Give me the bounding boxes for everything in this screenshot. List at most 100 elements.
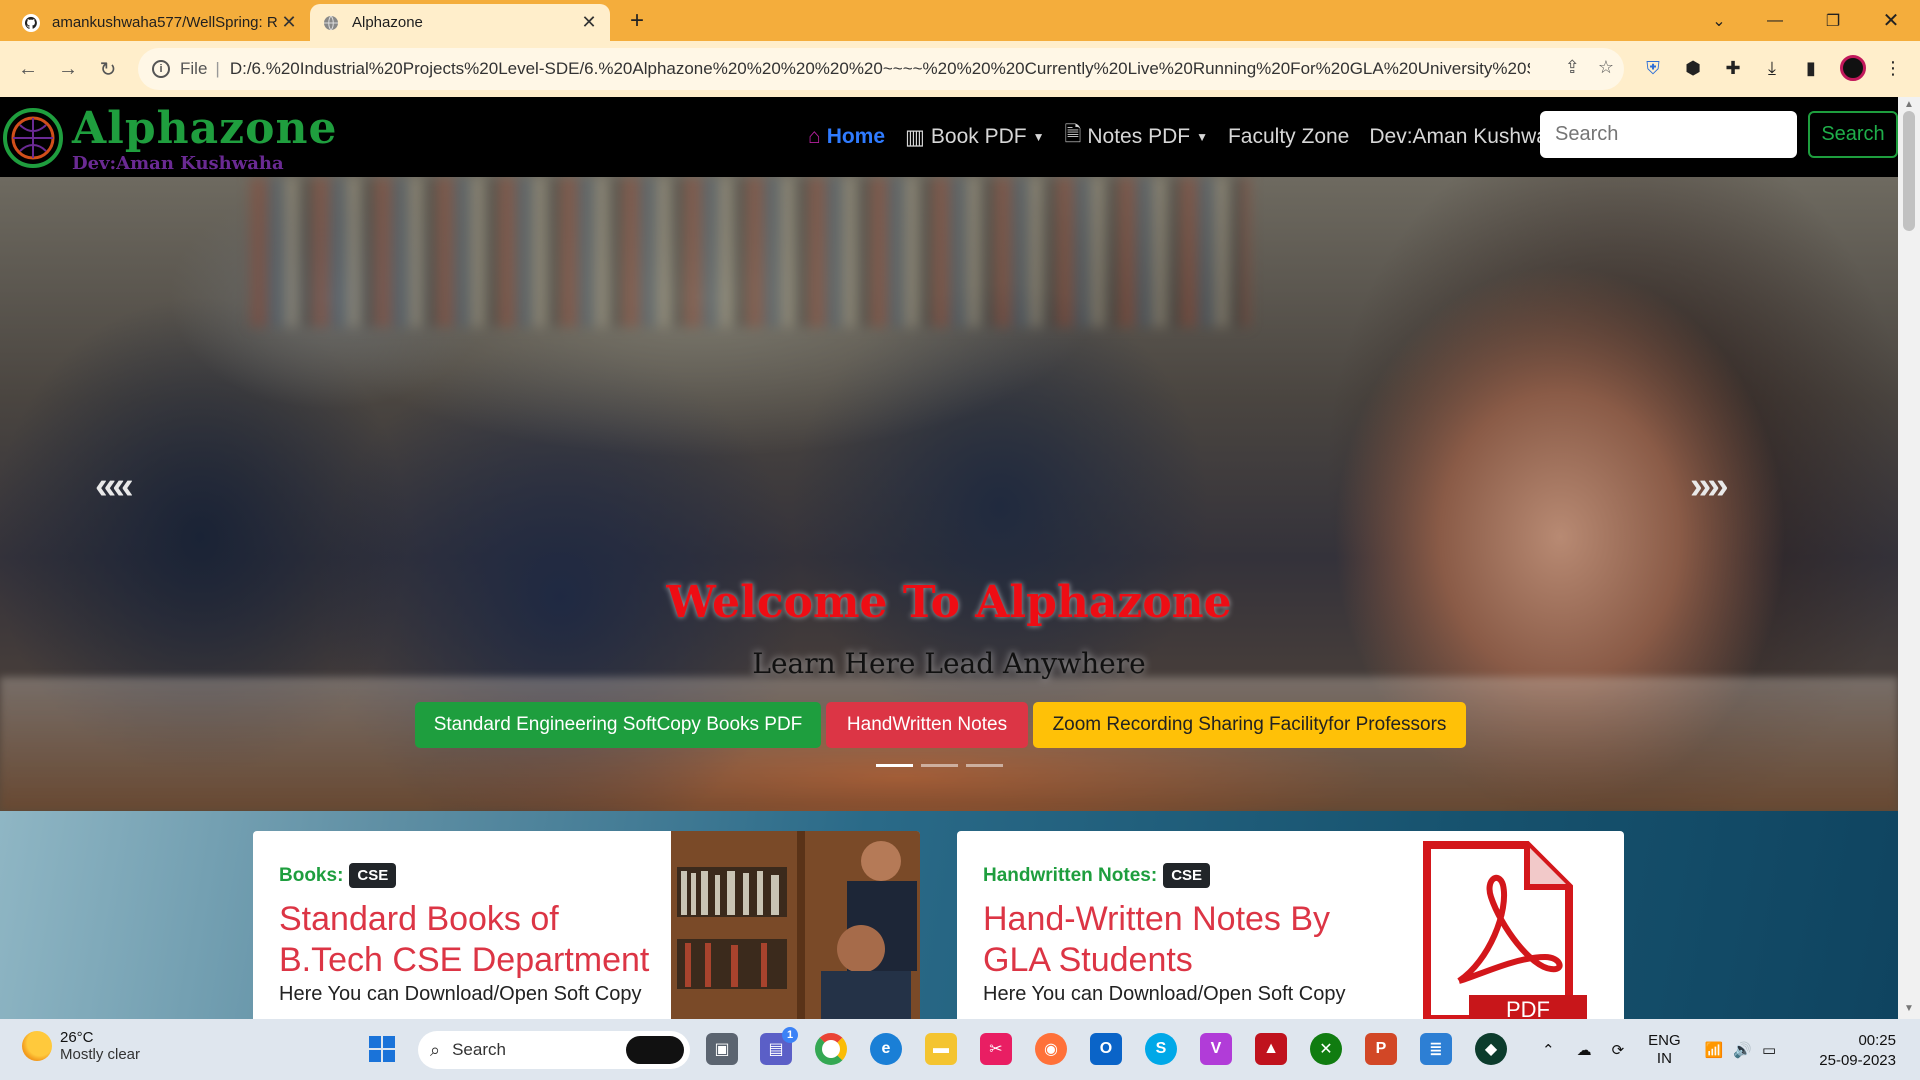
restore-button[interactable]: ❐ xyxy=(1808,0,1858,41)
globe-icon xyxy=(322,14,340,32)
clock[interactable]: 00:25 25-09-2023 xyxy=(1818,1031,1896,1071)
weather-temp: 26°C xyxy=(60,1029,94,1046)
carousel-indicator[interactable] xyxy=(876,764,913,767)
side-panel-icon[interactable]: ▮ xyxy=(1796,53,1826,83)
close-tab-icon[interactable]: ✕ xyxy=(280,12,298,32)
clock-time: 00:25 xyxy=(1858,1032,1896,1049)
nav-notes-pdf[interactable]: 🗎 Notes PDF ▼ xyxy=(1064,120,1207,155)
tab-github[interactable]: amankushwaha577/WellSpring: R ✕ xyxy=(10,4,310,41)
back-button[interactable]: ← xyxy=(12,53,44,85)
tab-search-icon[interactable]: ⌄ xyxy=(1694,0,1744,41)
close-tab-icon[interactable]: ✕ xyxy=(580,12,598,32)
share-icon[interactable]: ⇪ xyxy=(1565,57,1580,78)
taskbar-search[interactable]: ⌕ Search xyxy=(418,1031,690,1069)
language-code: ENG xyxy=(1648,1031,1681,1049)
reload-button[interactable]: ↻ xyxy=(92,53,124,85)
card-description: Here You can Download/Open Soft Copy xyxy=(983,983,1346,1005)
minimize-button[interactable]: — xyxy=(1750,0,1800,41)
site-search-button[interactable]: Search xyxy=(1808,111,1898,158)
nav-book-pdf-label: Book PDF xyxy=(930,125,1027,148)
task-view-icon[interactable]: ▣ xyxy=(706,1033,738,1065)
snipping-tool-icon[interactable]: ✂ xyxy=(980,1033,1012,1065)
xbox-icon[interactable]: ✕ xyxy=(1310,1033,1342,1065)
sync-icon[interactable]: ⟳ xyxy=(1612,1041,1625,1059)
teams-badge: 1 xyxy=(782,1027,798,1043)
department-badge: CSE xyxy=(1163,863,1211,888)
scheme-label: File xyxy=(180,59,208,78)
cards-section: Books: CSE Standard Books of B.Tech CSE … xyxy=(0,811,1898,1019)
zoom-recording-button[interactable]: Zoom Recording Sharing Facilityfor Profe… xyxy=(1033,702,1466,748)
language-indicator[interactable]: ENG IN xyxy=(1648,1032,1681,1068)
taskbar-search-label: Search xyxy=(452,1040,506,1059)
menu-kebab-icon[interactable]: ⋮ xyxy=(1878,53,1908,83)
browser-tab-bar: amankushwaha577/WellSpring: R ✕ Alphazon… xyxy=(0,0,1920,41)
file-explorer-icon[interactable]: ▬ xyxy=(925,1033,957,1065)
tray-overflow-icon[interactable]: ⌃ xyxy=(1542,1041,1555,1059)
book-icon: ▥ xyxy=(905,125,925,149)
region-code: IN xyxy=(1656,1049,1672,1067)
weather-moon-icon xyxy=(22,1031,52,1061)
books-card[interactable]: Books: CSE Standard Books of B.Tech CSE … xyxy=(253,831,920,1019)
tab-title: Alphazone xyxy=(352,14,423,31)
chrome-icon[interactable] xyxy=(815,1033,847,1065)
carousel-indicators xyxy=(876,764,1003,767)
shield-extension-icon[interactable]: ⛨ xyxy=(1638,53,1668,83)
weather-widget[interactable]: 26°C Mostly clear xyxy=(22,1029,140,1063)
page-scrollbar[interactable]: ▲ ▼ xyxy=(1898,97,1920,1019)
carousel-indicator[interactable] xyxy=(966,764,1003,767)
carousel-prev-icon[interactable]: ‹‹‹‹ xyxy=(95,465,134,508)
notes-card[interactable]: Handwritten Notes: CSE Hand-Written Note… xyxy=(957,831,1624,1019)
powerpoint-icon[interactable]: P xyxy=(1365,1033,1397,1065)
outlook-icon[interactable]: O xyxy=(1090,1033,1122,1065)
card-label: Handwritten Notes: CSE xyxy=(983,863,1211,888)
site-logo[interactable]: Alphazone Dev:Aman Kushwaha xyxy=(2,103,342,174)
nav-book-pdf[interactable]: ▥ Book PDF ▼ xyxy=(905,125,1044,150)
game-app-icon[interactable]: ▲ xyxy=(1255,1033,1287,1065)
tab-title: amankushwaha577/WellSpring: R xyxy=(52,14,278,31)
card-description: Here You can Download/Open Soft Copy xyxy=(279,983,642,1005)
onedrive-cloud-icon[interactable]: ☁ xyxy=(1577,1041,1592,1059)
nav-home[interactable]: ⌂ Home xyxy=(808,125,885,149)
bookmark-star-icon[interactable]: ☆ xyxy=(1598,57,1614,78)
nav-faculty-zone[interactable]: Faculty Zone xyxy=(1228,125,1349,149)
nav-home-label: Home xyxy=(826,125,886,148)
extensions-puzzle-icon[interactable]: ✚ xyxy=(1718,53,1748,83)
card-label-text: Handwritten Notes: xyxy=(983,864,1158,886)
notepad-icon[interactable]: ≣ xyxy=(1420,1033,1452,1065)
windows-start-icon[interactable] xyxy=(366,1033,398,1065)
info-icon[interactable]: i xyxy=(152,60,170,78)
carousel-next-icon[interactable]: ›››› xyxy=(1690,465,1729,508)
scroll-up-icon[interactable]: ▲ xyxy=(1904,99,1914,110)
vivaldi-icon[interactable]: V xyxy=(1200,1033,1232,1065)
mongodb-compass-icon[interactable]: ◆ xyxy=(1475,1033,1507,1065)
forward-button[interactable]: → xyxy=(52,53,84,85)
carousel-indicator[interactable] xyxy=(921,764,958,767)
battery-icon[interactable]: ▭ xyxy=(1762,1041,1776,1059)
scroll-thumb[interactable] xyxy=(1903,111,1915,231)
brand-name: Alphazone xyxy=(72,103,338,154)
volume-icon[interactable]: 🔊 xyxy=(1733,1041,1752,1059)
tab-alphazone[interactable]: Alphazone ✕ xyxy=(310,4,610,41)
card-label: Books: CSE xyxy=(279,863,397,888)
card-heading: Standard Books of B.Tech CSE Department xyxy=(279,900,650,979)
wifi-icon[interactable]: 📶 xyxy=(1705,1041,1724,1059)
new-tab-button[interactable]: + xyxy=(622,6,652,36)
department-badge: CSE xyxy=(349,863,397,888)
scroll-down-icon[interactable]: ▼ xyxy=(1904,1003,1914,1014)
books-pdf-button[interactable]: Standard Engineering SoftCopy Books PDF xyxy=(415,702,821,748)
caret-down-icon: ▼ xyxy=(1196,130,1208,144)
teams-chat-icon[interactable]: ▤ 1 xyxy=(760,1027,798,1065)
handwritten-notes-button[interactable]: HandWritten Notes xyxy=(826,702,1028,748)
close-window-button[interactable]: ✕ xyxy=(1866,0,1916,41)
edge-icon[interactable]: e xyxy=(870,1033,902,1065)
pdf-file-icon: PDF xyxy=(1375,831,1624,1019)
cube-extension-icon[interactable]: ⬢ xyxy=(1678,53,1708,83)
download-icon[interactable]: ⤓ xyxy=(1757,53,1787,83)
skype-icon[interactable]: S xyxy=(1145,1033,1177,1065)
site-search-input[interactable] xyxy=(1540,111,1797,158)
address-bar[interactable]: i File | D:/6.%20Industrial%20Projects%2… xyxy=(138,48,1624,90)
profile-avatar[interactable] xyxy=(1838,53,1868,83)
nav-notes-pdf-label: Notes PDF xyxy=(1087,125,1191,148)
firefox-icon[interactable]: ◉ xyxy=(1035,1033,1067,1065)
system-tray: ⌃ ☁ ⟳ ENG IN 📶 🔊 ▭ xyxy=(1542,1019,1776,1080)
